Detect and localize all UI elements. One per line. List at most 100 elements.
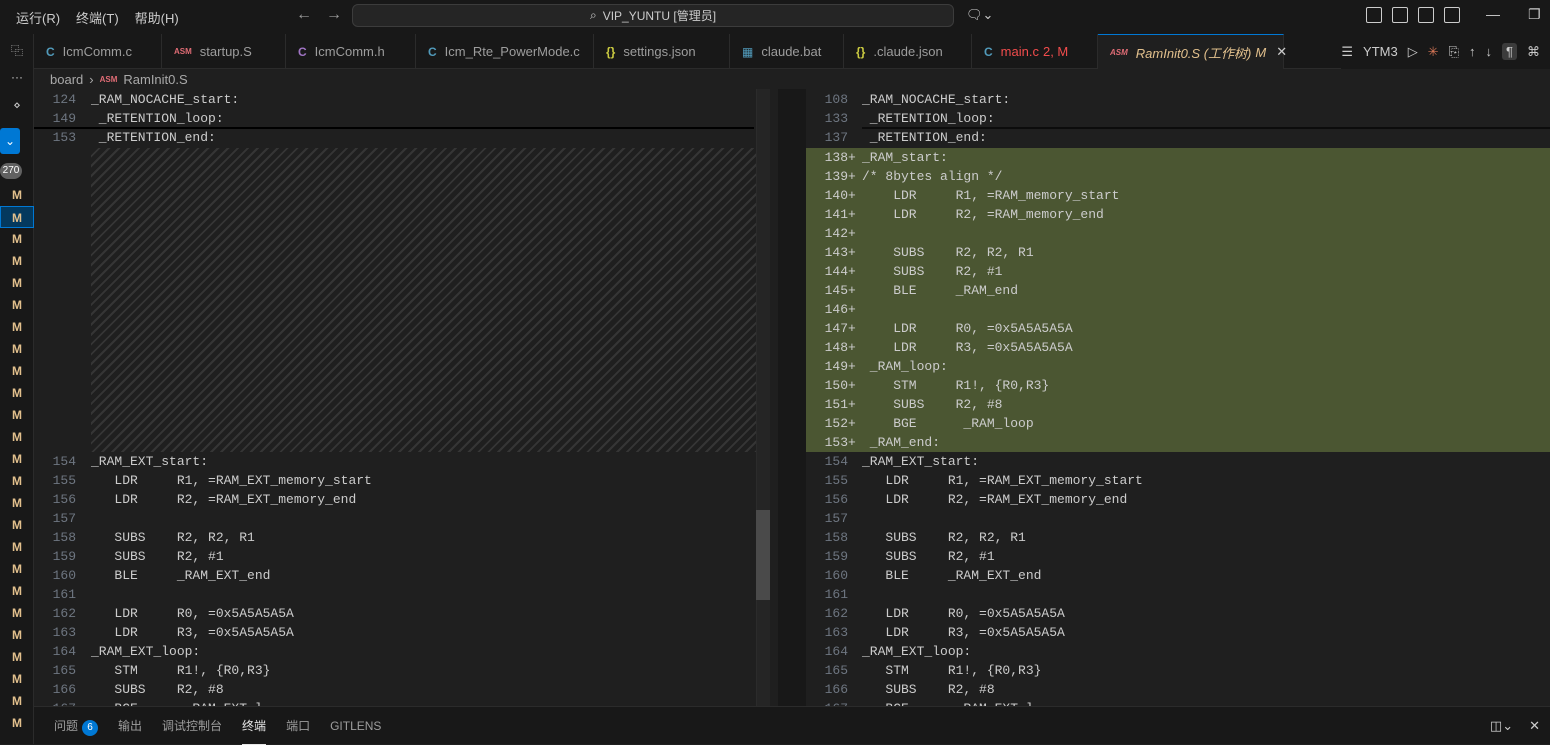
left-scrollbar-track[interactable] [756, 89, 770, 706]
panel-tab-ports[interactable]: 端口 [286, 707, 310, 745]
command-center-search[interactable]: ⌕ VIP_YUNTU [管理员] [352, 4, 954, 27]
customize-layout-icon[interactable] [1366, 7, 1382, 23]
back-arrow-icon[interactable]: ← [296, 6, 312, 24]
code-line[interactable]: 161 [806, 585, 1550, 604]
modified-marker[interactable]: M [0, 536, 34, 558]
diff-editor-modified[interactable]: 108 _RAM_NOCACHE_start: 133 _RETENTION_loo… [806, 89, 1550, 706]
code-line[interactable]: 163 LDR R3, =0x5A5A5A5A [34, 623, 770, 642]
toggle-secondary-sidebar-icon[interactable] [1444, 7, 1460, 23]
tab-main-c[interactable]: Cmain.c 2, M [972, 34, 1098, 69]
added-code-line[interactable]: 150 + STM R1!, {R0,R3} [806, 376, 1550, 395]
code-line[interactable]: 165 STM R1!, {R0,R3} [34, 661, 770, 680]
modified-marker[interactable]: M [0, 360, 34, 382]
modified-marker[interactable]: M [0, 668, 34, 690]
modified-marker[interactable]: M [0, 514, 34, 536]
tab-settings-json[interactable]: {} settings.json [594, 34, 730, 69]
run-icon[interactable]: ▷ [1408, 44, 1418, 60]
tab-startup-s[interactable]: ASM startup.S [162, 34, 286, 69]
menu-help[interactable]: 帮助(H) [127, 8, 187, 27]
added-code-line[interactable]: 145 + BLE _RAM_end [806, 281, 1550, 300]
code-line[interactable]: 164 _RAM_EXT_loop: [34, 642, 770, 661]
outline-label[interactable]: YTM3 [1363, 44, 1398, 59]
modified-marker[interactable]: M [0, 580, 34, 602]
tab-claude-bat[interactable]: ▦ claude.bat [730, 34, 844, 69]
code-line[interactable]: 155 LDR R1, =RAM_EXT_memory_start [806, 471, 1550, 490]
chevron-down-icon[interactable]: ⌄ [0, 128, 20, 154]
modified-marker[interactable]: M [0, 228, 34, 250]
modified-marker[interactable]: M [0, 624, 34, 646]
tab-raminit0-s-[interactable]: ASM RamInit0.S (工作树) M ✕ [1098, 34, 1287, 69]
panel-layout-icon[interactable]: ◫⌄ [1490, 718, 1513, 734]
added-code-line[interactable]: 140 + LDR R1, =RAM_memory_start [806, 186, 1550, 205]
code-line[interactable]: 137 _RETENTION_end: [806, 128, 1550, 147]
minimize-icon[interactable]: — [1486, 6, 1500, 23]
modified-marker[interactable]: M [0, 690, 34, 712]
added-code-line[interactable]: 148 + LDR R3, =0x5A5A5A5A [806, 338, 1550, 357]
code-line[interactable]: 162 LDR R0, =0x5A5A5A5A [806, 604, 1550, 623]
code-line[interactable]: 166 SUBS R2, #8 [806, 680, 1550, 699]
modified-marker[interactable]: M [0, 250, 34, 272]
code-line[interactable]: 161 [34, 585, 770, 604]
added-code-line[interactable]: 149 + _RAM_loop: [806, 357, 1550, 376]
added-code-line[interactable]: 152 + BGE _RAM_loop [806, 414, 1550, 433]
toggle-panel-icon[interactable] [1418, 7, 1434, 23]
modified-marker[interactable]: M [0, 470, 34, 492]
added-code-line[interactable]: 143 + SUBS R2, R2, R1 [806, 243, 1550, 262]
restore-icon[interactable]: ❐ [1528, 6, 1541, 23]
explorer-icon[interactable]: ⿻ [0, 42, 34, 59]
diff-editor-original[interactable]: 124 _RAM_NOCACHE_start: 149 _RETENTION_loo… [34, 89, 770, 706]
left-scrollbar-thumb[interactable] [756, 510, 770, 600]
outline-icon[interactable]: ☰ [1341, 44, 1353, 60]
added-code-line[interactable]: 142 + [806, 224, 1550, 243]
code-line[interactable]: 133 _RETENTION_loop: [806, 109, 1550, 128]
panel-tab-debug-console[interactable]: 调试控制台 [162, 707, 222, 745]
close-tab-icon[interactable]: ✕ [1276, 44, 1287, 60]
toggle-sidebar-icon[interactable] [1392, 7, 1408, 23]
code-line[interactable]: 158 SUBS R2, R2, R1 [806, 528, 1550, 547]
panel-tab-output[interactable]: 输出 [118, 707, 142, 745]
code-line[interactable]: 160 BLE _RAM_EXT_end [806, 566, 1550, 585]
code-line[interactable]: 167 BGE _RAM_EXT_l [806, 699, 1550, 706]
panel-tab-problems[interactable]: 问题 6 [54, 707, 99, 745]
code-line[interactable]: 158 SUBS R2, R2, R1 [34, 528, 770, 547]
breadcrumb-folder[interactable]: board [50, 72, 83, 87]
added-code-line[interactable]: 147 + LDR R0, =0x5A5A5A5A [806, 319, 1550, 338]
tab--claude-json[interactable]: {} .claude.json [844, 34, 972, 69]
modified-marker[interactable]: M [0, 492, 34, 514]
code-line[interactable]: 164 _RAM_EXT_loop: [806, 642, 1550, 661]
modified-marker[interactable]: M [0, 646, 34, 668]
menu-terminal[interactable]: 终端(T) [68, 8, 127, 27]
breadcrumb-file[interactable]: RamInit0.S [123, 72, 187, 87]
map-icon[interactable]: ⌘ [1527, 44, 1540, 60]
added-code-line[interactable]: 151 + SUBS R2, #8 [806, 395, 1550, 414]
code-line[interactable]: 165 STM R1!, {R0,R3} [806, 661, 1550, 680]
source-control-icon[interactable]: ⋄ [0, 98, 34, 112]
added-code-line[interactable]: 153 + _RAM_end: [806, 433, 1550, 452]
modified-marker[interactable]: M [0, 338, 34, 360]
panel-tab-gitlens[interactable]: GITLENS [330, 707, 381, 745]
code-line[interactable]: 167 BGE _RAM_EXT_l [34, 699, 770, 706]
tab-icm-rte-powermode-c[interactable]: C Icm_Rte_PowerMode.c [416, 34, 594, 69]
next-change-icon[interactable]: ↓ [1486, 44, 1493, 59]
panel-tab-terminal[interactable]: 终端 [242, 707, 267, 745]
more-icon[interactable]: ··· [0, 70, 34, 84]
menu-run[interactable]: 运行(R) [8, 8, 68, 27]
code-line[interactable]: 154 _RAM_EXT_start: [806, 452, 1550, 471]
code-line[interactable]: 162 LDR R0, =0x5A5A5A5A [34, 604, 770, 623]
code-line[interactable]: 155 LDR R1, =RAM_EXT_memory_start [34, 471, 770, 490]
code-line[interactable]: 153 _RETENTION_end: [34, 128, 770, 147]
modified-marker[interactable]: M [0, 316, 34, 338]
code-line[interactable]: 163 LDR R3, =0x5A5A5A5A [806, 623, 1550, 642]
modified-marker[interactable]: M [0, 184, 34, 206]
previous-change-icon[interactable]: ↑ [1469, 44, 1476, 59]
tab-icmcomm-c[interactable]: C IcmComm.c [34, 34, 162, 69]
code-line[interactable]: 108 _RAM_NOCACHE_start: [806, 90, 1550, 109]
code-line[interactable]: 149 _RETENTION_loop: [34, 109, 770, 128]
added-code-line[interactable]: 139 + /* 8bytes align */ [806, 167, 1550, 186]
code-line[interactable]: 157 [806, 509, 1550, 528]
modified-marker[interactable]: M [0, 382, 34, 404]
code-line[interactable]: 160 BLE _RAM_EXT_end [34, 566, 770, 585]
open-changes-icon[interactable]: ⎘ [1449, 44, 1459, 60]
code-line[interactable]: 157 [34, 509, 770, 528]
added-code-line[interactable]: 141 + LDR R2, =RAM_memory_end [806, 205, 1550, 224]
